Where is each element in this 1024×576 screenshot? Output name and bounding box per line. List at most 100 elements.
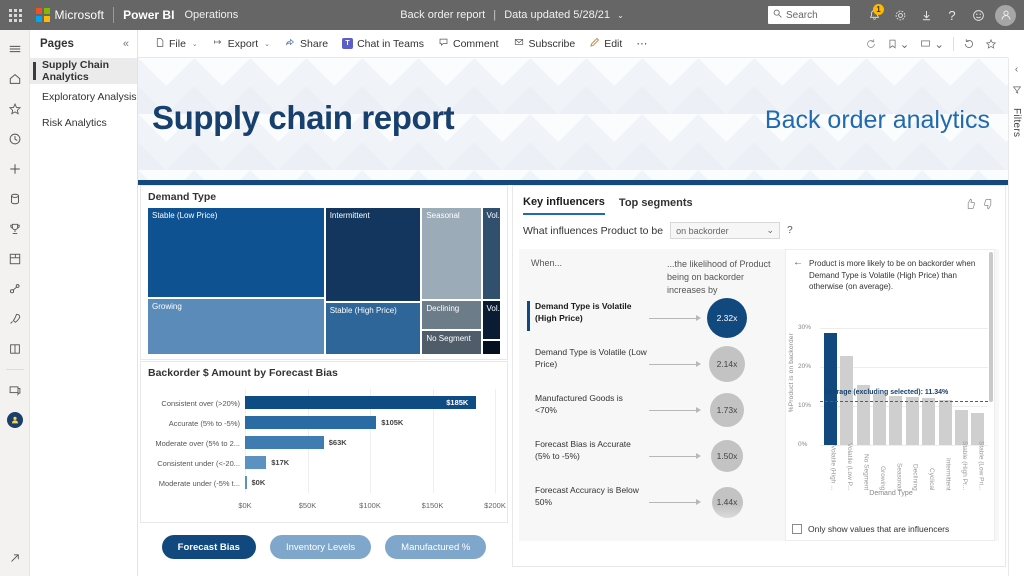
product-name[interactable]: Power BI [123,8,174,22]
chat-in-teams-button[interactable]: T Chat in Teams [335,33,431,55]
workspace-name[interactable]: Operations [184,9,238,21]
collapse-pages-icon[interactable]: « [123,38,129,50]
learn-book-icon[interactable] [0,334,30,364]
chevron-down-icon[interactable]: ⌄ [617,11,624,20]
detail-bar[interactable] [939,400,952,445]
workspace-feedback-icon[interactable] [0,375,30,405]
bar-row[interactable]: Consistent under (<-20...$17K [141,455,507,471]
export-menu-button[interactable]: Export ⌄ [205,33,277,55]
influence-target-select[interactable]: on backorder ⌄ [670,222,780,239]
filters-label[interactable]: Filters [1011,108,1022,137]
detail-bar[interactable] [889,396,902,445]
segment-button-forecast-bias[interactable]: Forecast Bias [162,535,256,559]
treemap-tile[interactable]: Stable (Low Price) [147,207,325,298]
help-button[interactable]: ? [940,3,964,27]
influencer-item[interactable]: Demand Type is Volatile (Low Price)2.14x [519,343,781,389]
treemap-visual[interactable]: Demand Type Stable (Low Price)GrowingInt… [140,185,508,360]
bar-fill[interactable] [245,476,247,489]
only-influencers-checkbox[interactable] [792,524,802,534]
reset-icon[interactable] [860,38,882,50]
favorites-star-icon[interactable] [0,94,30,124]
bar-fill[interactable] [245,416,376,429]
treemap-tile[interactable]: Vol... [482,300,501,340]
thumbs-up-icon[interactable] [964,198,976,213]
bar-row[interactable]: Accurate (5% to -5%)$105K [141,415,507,431]
microsoft-logo[interactable]: Microsoft [36,8,104,22]
more-options-button[interactable]: ⋯ [629,33,654,55]
file-menu-button[interactable]: File ⌄ [148,33,205,55]
influence-bubble[interactable]: 1.73x [710,393,744,427]
bar-fill[interactable] [245,456,266,469]
favorite-star-icon[interactable] [980,38,1002,50]
treemap-tile[interactable]: Growing [147,298,325,355]
help-icon[interactable]: ? [787,225,793,236]
settings-button[interactable] [888,3,912,27]
create-plus-icon[interactable] [0,154,30,184]
treemap-tile[interactable]: Declining [421,300,481,330]
feedback-smiley-button[interactable] [966,3,990,27]
segment-button-manufactured[interactable]: Manufactured % [385,535,486,559]
influence-bubble[interactable]: 2.32x [707,298,747,338]
shared-with-me-icon[interactable] [0,274,30,304]
treemap-tile[interactable]: No Segment [421,330,481,355]
detail-bar[interactable] [971,413,984,445]
treemap-tile[interactable]: Intermittent [325,207,422,302]
detail-bar[interactable] [873,394,886,444]
bar-row[interactable]: Moderate under (-5% t...$0K [141,475,507,491]
detail-bar[interactable] [955,410,968,445]
data-updated-label[interactable]: Data updated 5/28/21 [504,9,610,21]
back-arrow-icon[interactable]: ← [793,258,803,293]
sidebar-item-exploratory-analysis[interactable]: Exploratory Analysis [30,84,137,110]
subscribe-button[interactable]: Subscribe [506,33,583,55]
treemap-tile[interactable] [482,340,501,355]
notifications-button[interactable]: 1 [862,3,886,27]
bar-row[interactable]: Consistent over (>20%)$185K [141,395,507,411]
home-icon[interactable] [0,64,30,94]
share-button[interactable]: Share [277,33,335,55]
bar-row[interactable]: Moderate over (5% to 2...$63K [141,435,507,451]
influencer-item[interactable]: Demand Type is Volatile (High Price)2.32… [519,297,781,343]
comment-button[interactable]: Comment [431,33,506,55]
influence-bubble[interactable]: 1.50x [711,440,743,472]
recent-clock-icon[interactable] [0,124,30,154]
treemap-tile[interactable]: Seasonal [421,207,481,300]
apps-grid-icon[interactable] [0,244,30,274]
sidebar-item-supply-chain-analytics[interactable]: Supply Chain Analytics [30,58,137,84]
sidebar-item-risk-analytics[interactable]: Risk Analytics [30,110,137,136]
backorder-bar-chart-visual[interactable]: Backorder $ Amount by Forecast Bias Cons… [140,361,508,523]
segment-button-inventory-levels[interactable]: Inventory Levels [270,535,371,559]
deployment-pipelines-rocket-icon[interactable] [0,304,30,334]
user-avatar[interactable] [995,5,1016,26]
refresh-icon[interactable] [958,38,980,50]
data-hub-icon[interactable] [0,184,30,214]
only-influencers-checkbox-row[interactable]: Only show values that are influencers [792,524,949,534]
report-name[interactable]: Back order report [400,9,485,21]
search-input[interactable]: Search [768,6,850,24]
bar-fill[interactable] [245,436,324,449]
expand-rail-icon[interactable] [0,546,30,576]
tab-top-segments[interactable]: Top segments [619,197,693,214]
influencer-item[interactable]: Forecast Bias is Accurate (5% to -5%)1.5… [519,435,781,481]
download-button[interactable] [914,3,938,27]
thumbs-down-icon[interactable] [983,198,995,213]
detail-bar[interactable] [906,397,919,444]
treemap-title: Demand Type [141,186,507,207]
tab-key-influencers[interactable]: Key influencers [523,196,605,215]
key-influencers-visual[interactable]: Key influencers Top segments What influe… [512,185,1006,567]
current-workspace-avatar[interactable] [0,405,30,435]
goals-trophy-icon[interactable] [0,214,30,244]
bar-fill[interactable] [245,396,476,409]
treemap-tile[interactable]: Vol... [482,207,501,300]
bookmarks-button[interactable]: ⌄ [882,37,915,51]
influencer-item[interactable]: Manufactured Goods is <70%1.73x [519,389,781,435]
hamburger-menu-icon[interactable] [0,34,30,64]
detail-scrollbar[interactable] [989,252,993,402]
app-launcher-button[interactable] [0,0,30,30]
detail-bar[interactable] [922,398,935,445]
edit-button[interactable]: Edit [582,33,629,55]
collapse-filters-icon[interactable]: ‹ [1015,64,1018,75]
detail-description: Product is more likely to be on backorde… [809,258,986,293]
treemap-tile[interactable]: Stable (High Price) [325,302,422,355]
influence-bubble[interactable]: 2.14x [709,346,745,382]
view-button[interactable]: ⌄ [914,37,949,51]
